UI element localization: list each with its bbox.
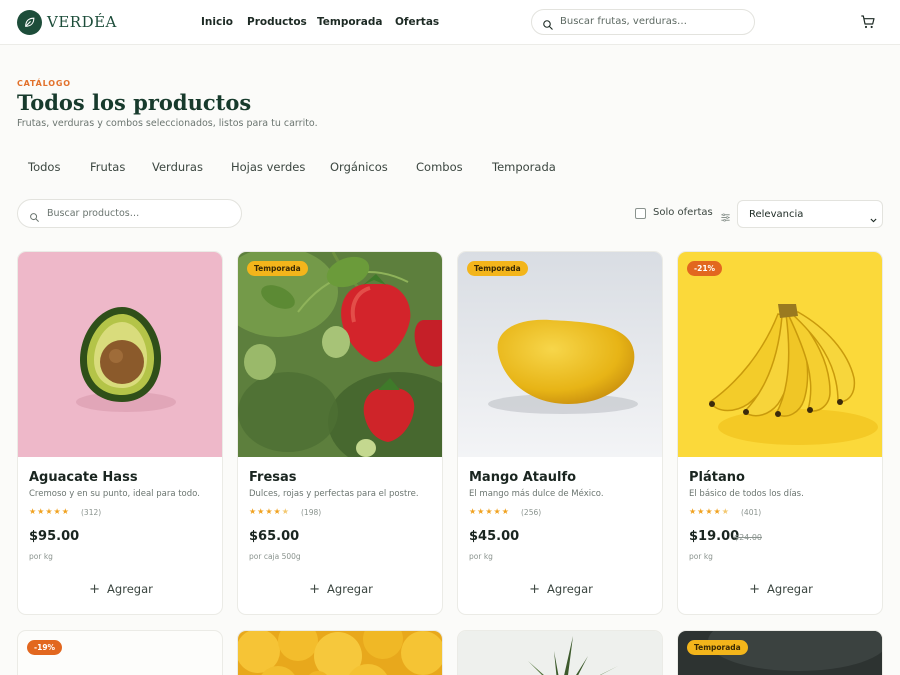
sort-icon <box>720 208 731 227</box>
product-card[interactable]: -19% <box>17 630 223 675</box>
tab-organicos[interactable]: Orgánicos <box>330 160 388 174</box>
product-unit: por kg <box>29 552 53 561</box>
product-description: El mango más dulce de México. <box>469 489 604 499</box>
review-count: (401) <box>741 508 762 517</box>
plus-icon: + <box>529 581 541 597</box>
product-price: $19.00 <box>689 529 740 544</box>
add-to-cart-label: Agregar <box>767 582 813 596</box>
offers-only-label[interactable]: Solo ofertas <box>653 207 713 218</box>
header-search-placeholder: Buscar frutas, verduras… <box>560 16 688 27</box>
page-title: Todos los productos <box>17 90 252 115</box>
plus-icon: + <box>89 581 101 597</box>
add-to-cart-label: Agregar <box>107 582 153 596</box>
product-card[interactable]: Temporada <box>677 630 883 675</box>
product-price: $45.00 <box>469 529 520 544</box>
product-unit: por kg <box>469 552 493 561</box>
tab-frutas[interactable]: Frutas <box>90 160 125 174</box>
product-description: Dulces, rojas y perfectas para el postre… <box>249 489 419 499</box>
product-name[interactable]: Fresas <box>249 470 297 485</box>
tab-temporada[interactable]: Temporada <box>492 160 556 174</box>
add-to-cart-button[interactable]: + Agregar <box>469 574 653 604</box>
discount-badge: -21% <box>687 261 723 276</box>
product-price: $65.00 <box>249 529 300 544</box>
sort-select[interactable]: Relevancia <box>737 200 883 228</box>
product-card[interactable] <box>237 630 443 675</box>
review-count: (198) <box>301 508 322 517</box>
search-icon <box>29 208 40 227</box>
catalog-eyebrow: CATÁLOGO <box>17 79 71 88</box>
add-to-cart-label: Agregar <box>547 582 593 596</box>
star-rating-icon: ★★★★★ <box>689 507 730 516</box>
product-description: Cremoso y en su punto, ideal para todo. <box>29 489 200 499</box>
tab-combos[interactable]: Combos <box>416 160 463 174</box>
add-to-cart-button[interactable]: + Agregar <box>249 574 433 604</box>
add-to-cart-button[interactable]: + Agregar <box>689 574 873 604</box>
product-image-avocado[interactable] <box>18 252 222 457</box>
product-price: $95.00 <box>29 529 80 544</box>
product-image-banana[interactable]: -21% <box>678 252 882 457</box>
product-image-mango[interactable]: Temporada <box>458 252 662 457</box>
product-card[interactable]: Temporada Fresas Dulces, rojas y perfect… <box>237 251 443 615</box>
season-badge: Temporada <box>467 261 528 276</box>
tab-verduras[interactable]: Verduras <box>152 160 203 174</box>
season-badge: Temporada <box>247 261 308 276</box>
product-card[interactable]: Aguacate Hass Cremoso y en su punto, ide… <box>17 251 223 615</box>
add-to-cart-button[interactable]: + Agregar <box>29 574 213 604</box>
product-unit: por caja 500g <box>249 552 301 561</box>
discount-badge: -19% <box>27 640 63 655</box>
tab-hojas-verdes[interactable]: Hojas verdes <box>231 160 305 174</box>
offers-only-checkbox[interactable] <box>635 208 646 219</box>
product-name[interactable]: Aguacate Hass <box>29 470 138 485</box>
star-rating-icon: ★★★★★ <box>249 507 290 516</box>
sort-select-value: Relevancia <box>749 209 804 220</box>
product-search-placeholder: Buscar productos… <box>47 208 140 219</box>
product-card[interactable]: Temporada Mango Ataulfo El mango más dul… <box>457 251 663 615</box>
product-name[interactable]: Plátano <box>689 470 745 485</box>
nav-inicio[interactable]: Inicio <box>201 16 233 28</box>
cart-icon[interactable] <box>860 14 876 34</box>
add-to-cart-label: Agregar <box>327 582 373 596</box>
season-badge: Temporada <box>687 640 748 655</box>
product-image-strawberries[interactable]: Temporada <box>238 252 442 457</box>
chevron-down-icon <box>869 210 878 229</box>
search-icon <box>542 16 554 35</box>
logo-leaf-icon[interactable] <box>17 10 42 35</box>
plus-icon: + <box>309 581 321 597</box>
top-header: VERDÉA Inicio Productos Temporada Oferta… <box>0 0 900 45</box>
review-count: (256) <box>521 508 542 517</box>
nav-ofertas[interactable]: Ofertas <box>395 16 439 28</box>
nav-productos[interactable]: Productos <box>247 16 307 28</box>
product-name[interactable]: Mango Ataulfo <box>469 470 576 485</box>
header-search-input[interactable]: Buscar frutas, verduras… <box>531 9 755 35</box>
product-card[interactable]: -21% Plátano El básico de todos los días… <box>677 251 883 615</box>
product-old-price: $24.00 <box>734 533 762 542</box>
tab-todos[interactable]: Todos <box>28 160 60 174</box>
brand-name[interactable]: VERDÉA <box>47 13 117 31</box>
product-search-input[interactable]: Buscar productos… <box>17 199 242 228</box>
product-description: El básico de todos los días. <box>689 489 804 499</box>
review-count: (312) <box>81 508 102 517</box>
plus-icon: + <box>749 581 761 597</box>
nav-temporada[interactable]: Temporada <box>317 16 382 28</box>
star-rating-icon: ★★★★★ <box>29 507 70 516</box>
product-unit: por kg <box>689 552 713 561</box>
star-rating-icon: ★★★★★ <box>469 507 510 516</box>
page-subtitle: Frutas, verduras y combos seleccionados,… <box>17 118 318 129</box>
product-card[interactable] <box>457 630 663 675</box>
